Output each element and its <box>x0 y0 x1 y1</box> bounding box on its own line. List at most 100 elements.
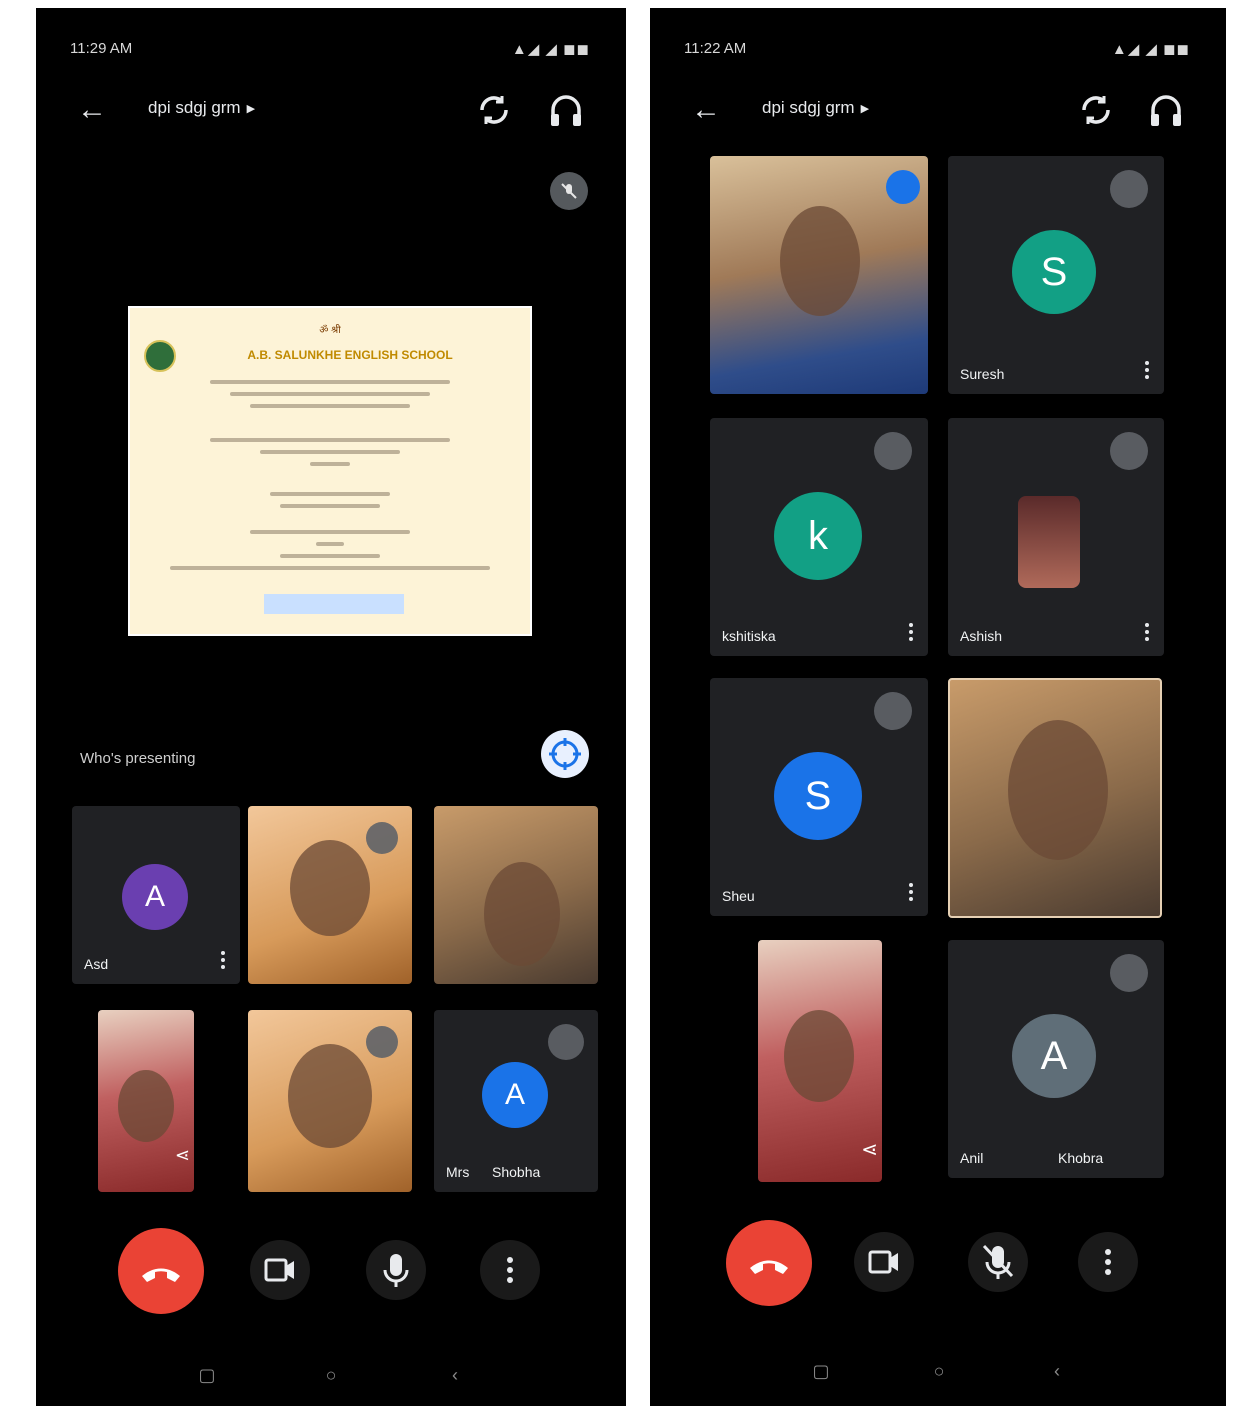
status-icons: ▲◢ ◢ ◼◼ <box>511 41 590 58</box>
microphone-button[interactable] <box>366 1240 426 1300</box>
end-call-button[interactable] <box>118 1228 204 1314</box>
more-vert-icon[interactable] <box>1142 358 1152 384</box>
more-vert-icon[interactable] <box>1142 620 1152 646</box>
participant-name: Suresh <box>960 366 1005 382</box>
presentation-heading: ॐ श्री <box>319 325 341 336</box>
mic-off-icon <box>366 822 398 854</box>
more-vert-icon[interactable] <box>218 948 228 974</box>
presentation-preview[interactable]: ॐ श्री A.B. SALUNKHE ENGLISH SCHOOL <box>128 306 532 636</box>
mic-off-icon <box>548 1024 584 1060</box>
mic-off-icon <box>1110 170 1148 208</box>
more-options-button[interactable] <box>1078 1232 1138 1292</box>
presentation-link-box <box>264 594 404 614</box>
participant-name-second: Shobha <box>492 1164 541 1180</box>
avatar: S <box>1012 230 1096 314</box>
participant-tile-video[interactable]: ⋖ <box>98 1010 194 1192</box>
participant-name: Asd <box>84 956 109 972</box>
participant-video <box>784 1010 854 1102</box>
avatar: k <box>774 492 862 580</box>
participant-tile-video[interactable]: Ashish <box>948 418 1164 656</box>
participant-video <box>1008 720 1108 860</box>
phone-screen-left: 11:29 AM ▲◢ ◢ ◼◼ ← dpi sdgj grm ▶ ॐ श्री … <box>36 8 626 1406</box>
participant-tile[interactable]: S Sheu <box>710 678 928 916</box>
home-icon[interactable]: ○ <box>316 1360 346 1390</box>
meeting-title[interactable]: dpi sdgj grm ▶ <box>148 98 255 118</box>
phone-screen-right: 11:22 AM ▲◢ ◢ ◼◼ ← dpi sdgj grm ▶ S Sures… <box>650 8 1226 1406</box>
chevron-right-icon: ▶ <box>860 103 870 116</box>
system-navigation-bar: ▢ ○ ‹ <box>36 1360 626 1400</box>
participant-tile-video[interactable] <box>710 156 928 394</box>
back-nav-icon[interactable]: ‹ <box>440 1360 470 1390</box>
call-controls <box>36 1224 626 1314</box>
back-nav-icon[interactable]: ‹ <box>1042 1356 1072 1386</box>
participant-name: Mrs <box>446 1164 470 1180</box>
school-logo <box>144 340 176 372</box>
avatar: A <box>1012 1014 1096 1098</box>
participant-video <box>780 206 860 316</box>
recents-icon[interactable]: ▢ <box>806 1356 836 1386</box>
meeting-title-text: dpi sdgj grm <box>148 98 241 117</box>
presentation-text-line <box>280 504 380 508</box>
presentation-text-line <box>280 554 380 558</box>
status-time: 11:22 AM <box>684 40 747 57</box>
home-icon[interactable]: ○ <box>924 1356 954 1386</box>
headphones-icon[interactable] <box>1144 88 1188 132</box>
mic-off-icon <box>366 1026 398 1058</box>
switch-camera-icon[interactable] <box>472 88 516 132</box>
call-controls <box>650 1216 1226 1306</box>
participant-tile[interactable]: A Asd <box>72 806 240 984</box>
presentation-text-line <box>316 542 344 546</box>
participant-name: Sheu <box>722 888 755 904</box>
back-arrow-icon[interactable]: ← <box>72 90 112 130</box>
mic-off-icon <box>874 692 912 730</box>
chevron-right-icon: ▶ <box>246 103 256 116</box>
share-icon[interactable]: ⋖ <box>861 1137 878 1162</box>
status-bar: 11:29 AM ▲◢ ◢ ◼◼ <box>36 36 626 64</box>
participant-tile[interactable]: k kshitiska <box>710 418 928 656</box>
end-call-button[interactable] <box>726 1220 812 1306</box>
participant-tile-video[interactable] <box>434 806 598 984</box>
camera-toggle-button[interactable] <box>250 1240 310 1300</box>
grid-view-icon[interactable] <box>541 730 589 778</box>
participant-tile-video[interactable] <box>948 678 1162 918</box>
mic-off-icon <box>1110 954 1148 992</box>
more-vert-icon[interactable] <box>906 880 916 906</box>
participant-video <box>288 1044 372 1148</box>
presentation-text-line <box>250 530 410 534</box>
presentation-text-line <box>310 462 350 466</box>
call-header: ← dpi sdgj grm ▶ <box>36 82 626 142</box>
share-icon[interactable]: ⋖ <box>175 1145 190 1166</box>
participant-tile-video[interactable] <box>248 806 412 984</box>
switch-camera-icon[interactable] <box>1074 88 1118 132</box>
participant-video <box>290 840 370 936</box>
camera-toggle-button[interactable] <box>854 1232 914 1292</box>
more-options-button[interactable] <box>480 1240 540 1300</box>
presentation-text-line <box>170 566 490 570</box>
mic-off-icon <box>1110 432 1148 470</box>
back-arrow-icon[interactable]: ← <box>686 90 726 130</box>
recents-icon[interactable]: ▢ <box>192 1360 222 1390</box>
headphones-icon[interactable] <box>544 88 588 132</box>
participant-tile-video[interactable] <box>248 1010 412 1192</box>
participant-tile[interactable]: A Mrs Shobha <box>434 1010 598 1192</box>
call-header: ← dpi sdgj grm ▶ <box>650 82 1226 142</box>
system-navigation-bar: ▢ ○ ‹ <box>650 1356 1226 1396</box>
participant-name: kshitiska <box>722 628 776 644</box>
participant-tile[interactable]: S Suresh <box>948 156 1164 394</box>
more-vert-icon[interactable] <box>906 620 916 646</box>
participant-tile[interactable]: A Anil Khobra <box>948 940 1164 1178</box>
participant-tile-video[interactable]: ⋖ <box>758 940 882 1182</box>
avatar: A <box>482 1062 548 1128</box>
participant-video <box>118 1070 174 1142</box>
meeting-title-text: dpi sdgj grm <box>762 98 855 117</box>
participant-video <box>484 862 560 966</box>
participant-name: Ashish <box>960 628 1003 644</box>
status-icons: ▲◢ ◢ ◼◼ <box>1111 41 1190 58</box>
microphone-button[interactable] <box>968 1232 1028 1292</box>
presentation-text-line <box>210 438 450 442</box>
meeting-title[interactable]: dpi sdgj grm ▶ <box>762 98 869 118</box>
avatar: S <box>774 752 862 840</box>
status-bar: 11:22 AM ▲◢ ◢ ◼◼ <box>650 36 1226 64</box>
mic-off-icon <box>874 432 912 470</box>
participant-name: Anil <box>960 1150 984 1166</box>
